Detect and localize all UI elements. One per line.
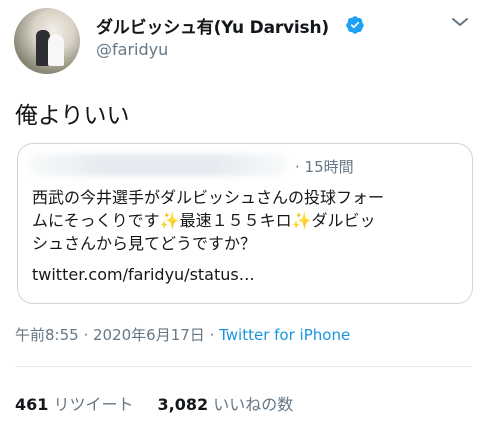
avatar[interactable] [14,8,80,74]
quoted-tweet[interactable]: · 15時間 西武の今井選手がダルビッシュさんの投球フォー ムにそっくりです✨最… [17,143,473,304]
quoted-tweet-link[interactable]: twitter.com/faridyu/status… [32,265,255,284]
meta-separator: · [204,326,220,344]
tweet-stats: 461 リツイート 3,082 いいねの数 [15,391,293,415]
author-display-name[interactable]: ダルビッシュ有(Yu Darvish) [96,13,329,38]
retweets-stat[interactable]: 461 リツイート [15,395,134,414]
divider [15,366,472,367]
likes-count: 3,082 [157,395,209,414]
tweet-card: ダルビッシュ有(Yu Darvish) @faridyu 俺よりいい · 15時… [0,0,487,425]
retweets-count: 461 [15,395,49,414]
quoted-text-line: シュさんから見てどうですか？ [32,234,257,253]
chevron-down-icon[interactable] [449,14,471,30]
avatar-photo-figure [48,34,64,66]
tweet-source-link[interactable]: Twitter for iPhone [219,326,350,344]
quoted-tweet-time: · 15時間 [295,158,354,176]
tweet-timestamp[interactable]: 午前8:55 · 2020年6月17日 [15,326,205,344]
likes-label: いいねの数 [213,395,294,414]
quoted-author-redacted [28,154,288,176]
quoted-tweet-text: 西武の今井選手がダルビッシュさんの投球フォー ムにそっくりです✨最速１５５キロ✨… [32,186,462,255]
author-handle[interactable]: @faridyu [96,40,168,59]
tweet-text: 俺よりいい [15,103,130,129]
likes-stat[interactable]: 3,082 いいねの数 [158,395,294,414]
retweets-label: リツイート [53,395,134,414]
tweet-meta: 午前8:55 · 2020年6月17日 · Twitter for iPhone [15,324,350,345]
verified-badge-icon [346,16,364,34]
quoted-text-line: 西武の今井選手がダルビッシュさんの投球フォー [32,188,385,207]
quoted-text-line: ムにそっくりです✨最速１５５キロ✨ダルビッ [32,211,376,230]
